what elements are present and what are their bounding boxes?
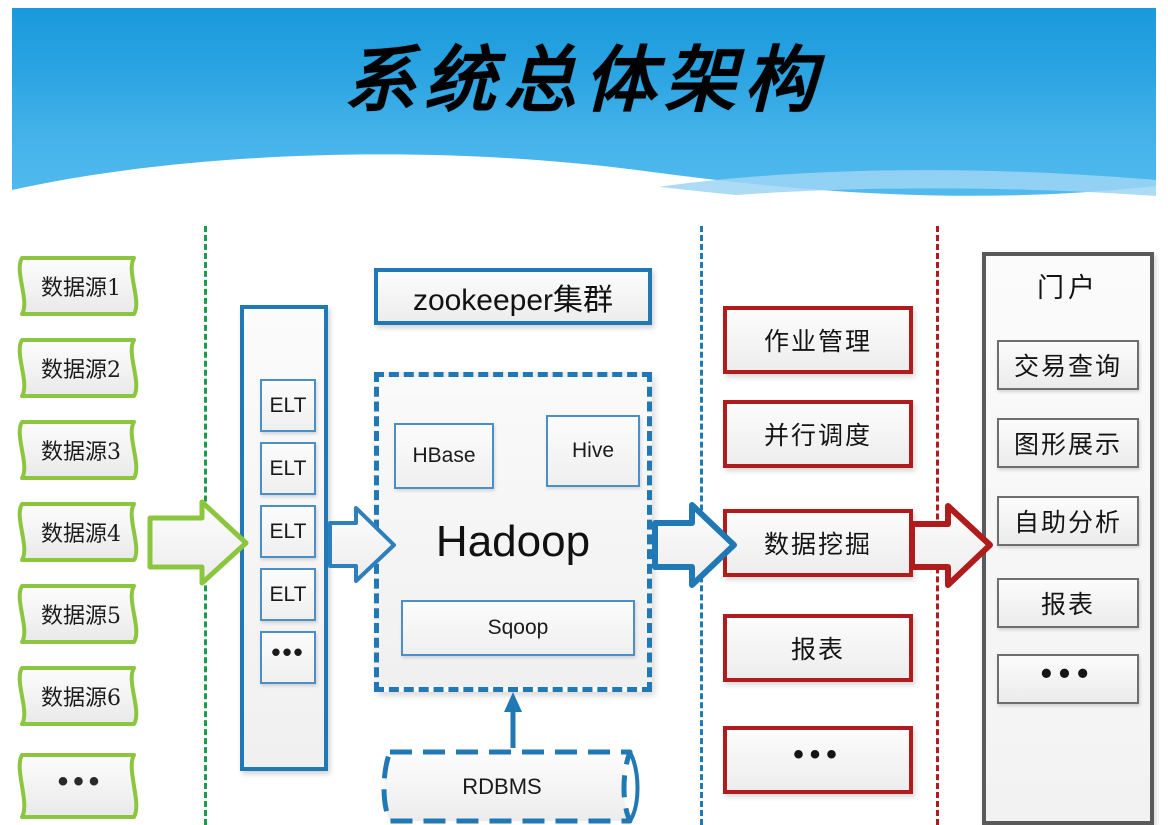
- data-source-label: 数据源2: [41, 358, 121, 383]
- portal-item[interactable]: 交易查询: [997, 340, 1139, 390]
- data-source-item[interactable]: 数据源5: [8, 583, 148, 645]
- red-arrow-services-to-portal: [909, 503, 993, 588]
- service-box-more[interactable]: •••: [723, 726, 913, 794]
- data-source-item[interactable]: 数据源6: [8, 665, 148, 727]
- service-box[interactable]: 作业管理: [723, 306, 913, 374]
- data-source-item[interactable]: 数据源3: [8, 419, 148, 481]
- portal-item[interactable]: 自助分析: [997, 496, 1139, 546]
- hadoop-platform-container: HBase Hive Hadoop Sqoop: [374, 372, 652, 692]
- green-arrow-sources-to-elt: [147, 499, 249, 586]
- portal-title: 门户: [1037, 273, 1099, 304]
- data-source-label: 数据源4: [41, 522, 121, 547]
- data-source-item[interactable]: 数据源1: [8, 255, 148, 317]
- elt-item[interactable]: ELT: [260, 379, 316, 432]
- data-source-label: 数据源1: [41, 276, 121, 301]
- hive-box[interactable]: Hive: [546, 415, 640, 487]
- blue-divider: [700, 226, 703, 825]
- header-wave-decoration: [12, 154, 1156, 220]
- blue-arrow-rdbms-to-hadoop: [504, 692, 522, 748]
- service-box[interactable]: 报表: [723, 614, 913, 682]
- zookeeper-cluster-box[interactable]: zookeeper集群: [374, 268, 652, 325]
- elt-item[interactable]: ELT: [260, 442, 316, 495]
- elt-item[interactable]: ELT: [260, 568, 316, 621]
- red-divider: [936, 226, 939, 825]
- data-source-item-more[interactable]: •••: [8, 752, 148, 820]
- elt-column-container: ELT ELT ELT ELT •••: [240, 305, 328, 771]
- data-source-item[interactable]: 数据源4: [8, 501, 148, 563]
- data-source-label: 数据源5: [41, 604, 121, 629]
- data-source-more-label: •••: [57, 765, 105, 798]
- hbase-box[interactable]: HBase: [394, 423, 494, 489]
- data-source-item[interactable]: 数据源2: [8, 337, 148, 399]
- portal-container: 门户 交易查询 图形展示 自助分析 报表 •••: [982, 252, 1154, 825]
- service-box[interactable]: 并行调度: [723, 400, 913, 468]
- hadoop-label: Hadoop: [435, 517, 591, 566]
- sqoop-box[interactable]: Sqoop: [401, 600, 635, 656]
- page-title: 系统总体架构: [343, 37, 824, 122]
- data-source-label: 数据源6: [41, 686, 121, 711]
- portal-item[interactable]: 图形展示: [997, 418, 1139, 468]
- service-box[interactable]: 数据挖掘: [723, 509, 913, 577]
- portal-item[interactable]: 报表: [997, 578, 1139, 628]
- rdbms-label: RDBMS: [462, 774, 542, 799]
- elt-item-more[interactable]: •••: [260, 631, 316, 684]
- data-source-label: 数据源3: [41, 440, 121, 465]
- portal-item-more[interactable]: •••: [997, 654, 1139, 704]
- elt-item[interactable]: ELT: [260, 505, 316, 558]
- rdbms-cylinder[interactable]: RDBMS: [374, 748, 656, 825]
- green-divider: [204, 226, 207, 825]
- slide-header-banner: 系统总体架构: [12, 8, 1156, 220]
- slide-canvas: 系统总体架构 数据源1 数据源2 数据源3 数据源4 数据源5 数据源6 •••…: [0, 0, 1168, 825]
